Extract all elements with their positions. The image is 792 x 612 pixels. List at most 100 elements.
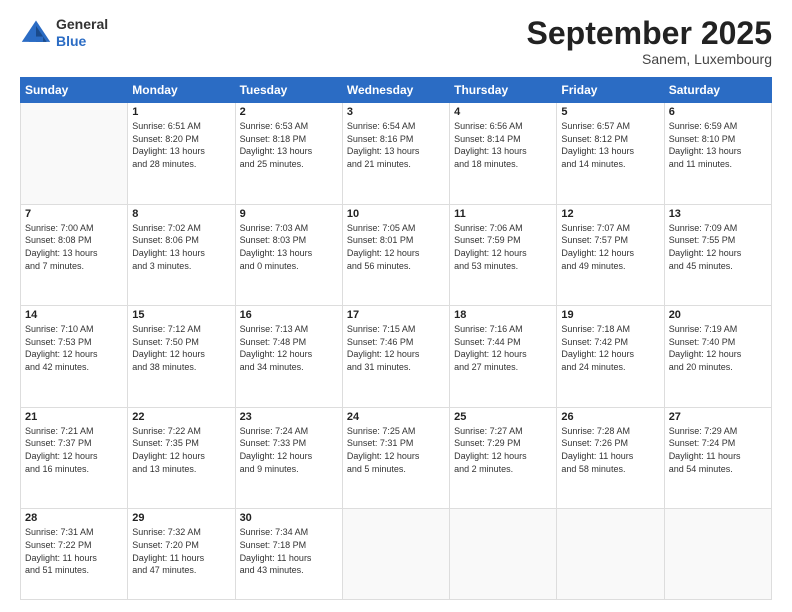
calendar-cell: 23Sunrise: 7:24 AM Sunset: 7:33 PM Dayli… bbox=[235, 407, 342, 509]
calendar-cell: 10 Sunrise: 7:05 AM Sunset: 8:01 PM Dayli… bbox=[342, 204, 449, 306]
weekday-header-row: SundayMondayTuesdayWednesdayThursdayFrid… bbox=[21, 78, 772, 103]
calendar-table: SundayMondayTuesdayWednesdayThursdayFrid… bbox=[20, 77, 772, 600]
day-info: Sunrise: 7:05 AM Sunset: 8:01 PM Dayligh… bbox=[347, 222, 445, 272]
day-number: 17 bbox=[347, 309, 445, 321]
main-title: September 2025 bbox=[527, 16, 772, 51]
calendar-week-row-1: 1 Sunrise: 6:51 AM Sunset: 8:20 PM Daylig… bbox=[21, 103, 772, 205]
day-info: Sunrise: 7:07 AM Sunset: 7:57 PM Dayligh… bbox=[561, 222, 659, 272]
calendar-cell: 18Sunrise: 7:16 AM Sunset: 7:44 PM Dayli… bbox=[450, 306, 557, 408]
weekday-header-wednesday: Wednesday bbox=[342, 78, 449, 103]
day-info: Sunrise: 7:22 AM Sunset: 7:35 PM Dayligh… bbox=[132, 425, 230, 475]
day-info: Sunrise: 7:13 AM Sunset: 7:48 PM Dayligh… bbox=[240, 323, 338, 373]
day-number: 6 bbox=[669, 106, 767, 118]
day-number: 27 bbox=[669, 411, 767, 423]
calendar-cell: 21 Sunrise: 7:21 AM Sunset: 7:37 PM Dayli… bbox=[21, 407, 128, 509]
day-number: 3 bbox=[347, 106, 445, 118]
day-info: Sunrise: 7:10 AM Sunset: 7:53 PM Dayligh… bbox=[25, 323, 123, 373]
calendar-cell: 15 Sunrise: 7:12 AM Sunset: 7:50 PM Dayli… bbox=[128, 306, 235, 408]
day-info: Sunrise: 7:18 AM Sunset: 7:42 PM Dayligh… bbox=[561, 323, 659, 373]
day-number: 13 bbox=[669, 208, 767, 220]
calendar-cell bbox=[342, 509, 449, 600]
day-info: Sunrise: 7:09 AM Sunset: 7:55 PM Dayligh… bbox=[669, 222, 767, 272]
day-number: 16 bbox=[240, 309, 338, 321]
day-number: 2 bbox=[240, 106, 338, 118]
day-number: 29 bbox=[132, 512, 230, 524]
calendar-cell: 25 Sunrise: 7:27 AM Sunset: 7:29 PM Dayli… bbox=[450, 407, 557, 509]
calendar-week-row-2: 7 Sunrise: 7:00 AM Sunset: 8:08 PM Daylig… bbox=[21, 204, 772, 306]
calendar-cell: 26Sunrise: 7:28 AM Sunset: 7:26 PM Dayli… bbox=[557, 407, 664, 509]
day-number: 30 bbox=[240, 512, 338, 524]
calendar-cell: 14 Sunrise: 7:10 AM Sunset: 7:53 PM Dayli… bbox=[21, 306, 128, 408]
day-number: 12 bbox=[561, 208, 659, 220]
calendar-cell: 29Sunrise: 7:32 AM Sunset: 7:20 PM Dayli… bbox=[128, 509, 235, 600]
day-number: 15 bbox=[132, 309, 230, 321]
day-number: 5 bbox=[561, 106, 659, 118]
calendar-cell: 2 Sunrise: 6:53 AM Sunset: 8:18 PM Daylig… bbox=[235, 103, 342, 205]
calendar-cell bbox=[557, 509, 664, 600]
calendar-cell: 17 Sunrise: 7:15 AM Sunset: 7:46 PM Dayli… bbox=[342, 306, 449, 408]
calendar-cell bbox=[450, 509, 557, 600]
day-info: Sunrise: 7:21 AM Sunset: 7:37 PM Dayligh… bbox=[25, 425, 123, 475]
calendar-cell: 27 Sunrise: 7:29 AM Sunset: 7:24 PM Dayli… bbox=[664, 407, 771, 509]
calendar-week-row-5: 28Sunrise: 7:31 AM Sunset: 7:22 PM Dayli… bbox=[21, 509, 772, 600]
day-number: 14 bbox=[25, 309, 123, 321]
day-number: 10 bbox=[347, 208, 445, 220]
day-info: Sunrise: 7:24 AM Sunset: 7:33 PM Dayligh… bbox=[240, 425, 338, 475]
subtitle: Sanem, Luxembourg bbox=[527, 51, 772, 67]
header: General Blue September 2025 Sanem, Luxem… bbox=[20, 16, 772, 67]
calendar-cell: 12 Sunrise: 7:07 AM Sunset: 7:57 PM Dayli… bbox=[557, 204, 664, 306]
calendar-cell: 22 Sunrise: 7:22 AM Sunset: 7:35 PM Dayli… bbox=[128, 407, 235, 509]
logo-blue: Blue bbox=[56, 33, 86, 49]
day-number: 1 bbox=[132, 106, 230, 118]
calendar-cell: 1 Sunrise: 6:51 AM Sunset: 8:20 PM Daylig… bbox=[128, 103, 235, 205]
day-info: Sunrise: 7:00 AM Sunset: 8:08 PM Dayligh… bbox=[25, 222, 123, 272]
day-number: 24 bbox=[347, 411, 445, 423]
calendar-cell: 11 Sunrise: 7:06 AM Sunset: 7:59 PM Dayli… bbox=[450, 204, 557, 306]
day-info: Sunrise: 6:59 AM Sunset: 8:10 PM Dayligh… bbox=[669, 120, 767, 170]
day-number: 28 bbox=[25, 512, 123, 524]
calendar-cell bbox=[21, 103, 128, 205]
day-number: 18 bbox=[454, 309, 552, 321]
title-block: September 2025 Sanem, Luxembourg bbox=[527, 16, 772, 67]
day-number: 7 bbox=[25, 208, 123, 220]
calendar-cell: 3Sunrise: 6:54 AM Sunset: 8:16 PM Daylig… bbox=[342, 103, 449, 205]
calendar-week-row-3: 14 Sunrise: 7:10 AM Sunset: 7:53 PM Dayli… bbox=[21, 306, 772, 408]
calendar-cell bbox=[664, 509, 771, 600]
logo-text: General Blue bbox=[56, 16, 108, 50]
day-info: Sunrise: 7:06 AM Sunset: 7:59 PM Dayligh… bbox=[454, 222, 552, 272]
calendar-cell: 30Sunrise: 7:34 AM Sunset: 7:18 PM Dayli… bbox=[235, 509, 342, 600]
calendar-cell: 5 Sunrise: 6:57 AM Sunset: 8:12 PM Daylig… bbox=[557, 103, 664, 205]
day-info: Sunrise: 7:29 AM Sunset: 7:24 PM Dayligh… bbox=[669, 425, 767, 475]
calendar-cell: 9 Sunrise: 7:03 AM Sunset: 8:03 PM Daylig… bbox=[235, 204, 342, 306]
day-number: 21 bbox=[25, 411, 123, 423]
day-info: Sunrise: 7:12 AM Sunset: 7:50 PM Dayligh… bbox=[132, 323, 230, 373]
calendar-cell: 7 Sunrise: 7:00 AM Sunset: 8:08 PM Daylig… bbox=[21, 204, 128, 306]
weekday-header-friday: Friday bbox=[557, 78, 664, 103]
day-number: 4 bbox=[454, 106, 552, 118]
day-info: Sunrise: 7:19 AM Sunset: 7:40 PM Dayligh… bbox=[669, 323, 767, 373]
day-info: Sunrise: 7:27 AM Sunset: 7:29 PM Dayligh… bbox=[454, 425, 552, 475]
calendar-cell: 24Sunrise: 7:25 AM Sunset: 7:31 PM Dayli… bbox=[342, 407, 449, 509]
day-number: 9 bbox=[240, 208, 338, 220]
day-info: Sunrise: 6:57 AM Sunset: 8:12 PM Dayligh… bbox=[561, 120, 659, 170]
logo: General Blue bbox=[20, 16, 108, 50]
day-number: 8 bbox=[132, 208, 230, 220]
day-number: 22 bbox=[132, 411, 230, 423]
calendar-cell: 4Sunrise: 6:56 AM Sunset: 8:14 PM Daylig… bbox=[450, 103, 557, 205]
calendar-cell: 20Sunrise: 7:19 AM Sunset: 7:40 PM Dayli… bbox=[664, 306, 771, 408]
calendar-cell: 28Sunrise: 7:31 AM Sunset: 7:22 PM Dayli… bbox=[21, 509, 128, 600]
day-info: Sunrise: 6:53 AM Sunset: 8:18 PM Dayligh… bbox=[240, 120, 338, 170]
logo-icon bbox=[20, 17, 52, 49]
day-info: Sunrise: 7:03 AM Sunset: 8:03 PM Dayligh… bbox=[240, 222, 338, 272]
weekday-header-sunday: Sunday bbox=[21, 78, 128, 103]
weekday-header-tuesday: Tuesday bbox=[235, 78, 342, 103]
day-info: Sunrise: 7:02 AM Sunset: 8:06 PM Dayligh… bbox=[132, 222, 230, 272]
calendar-cell: 16 Sunrise: 7:13 AM Sunset: 7:48 PM Dayli… bbox=[235, 306, 342, 408]
day-number: 25 bbox=[454, 411, 552, 423]
day-info: Sunrise: 6:51 AM Sunset: 8:20 PM Dayligh… bbox=[132, 120, 230, 170]
day-info: Sunrise: 7:15 AM Sunset: 7:46 PM Dayligh… bbox=[347, 323, 445, 373]
weekday-header-monday: Monday bbox=[128, 78, 235, 103]
day-info: Sunrise: 7:28 AM Sunset: 7:26 PM Dayligh… bbox=[561, 425, 659, 475]
calendar-week-row-4: 21 Sunrise: 7:21 AM Sunset: 7:37 PM Dayli… bbox=[21, 407, 772, 509]
day-number: 11 bbox=[454, 208, 552, 220]
